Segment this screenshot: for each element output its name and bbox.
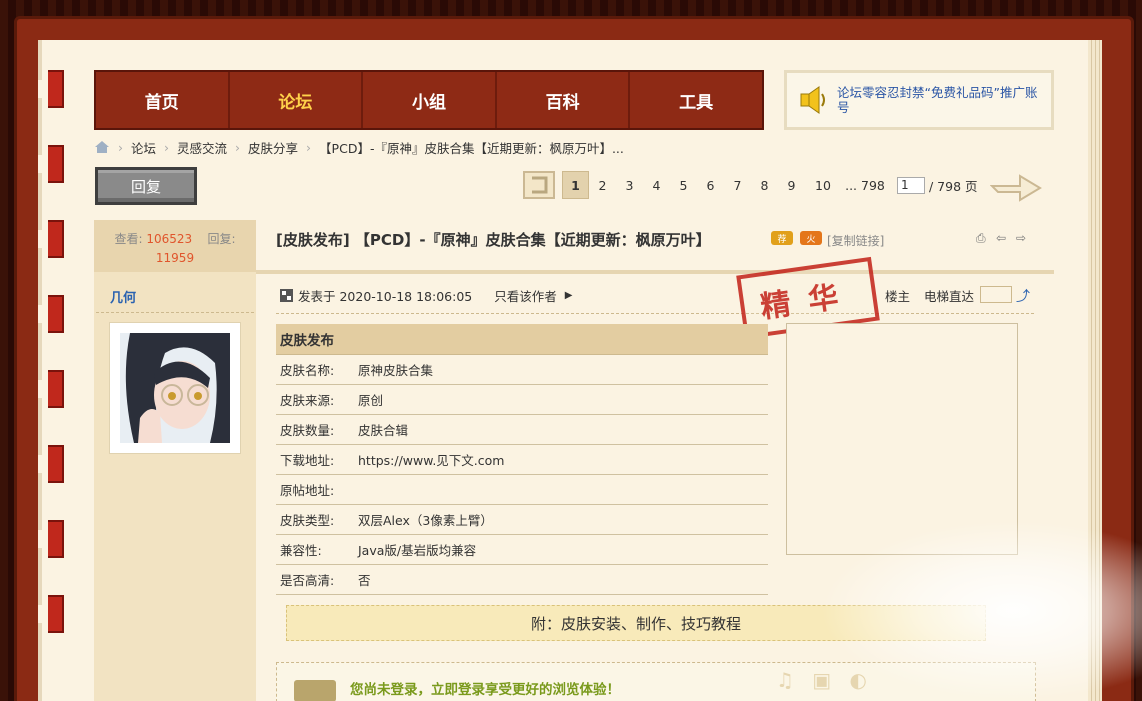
nav-wiki[interactable]: 百科 (497, 72, 631, 128)
table-row: 皮肤来源: 原创 (276, 385, 768, 415)
row-value: https://www.见下文.com (358, 453, 505, 468)
table-row: 皮肤数量: 皮肤合辑 (276, 415, 768, 445)
table-row: 原帖地址: (276, 475, 768, 505)
next-page-arrow-icon[interactable] (989, 168, 1046, 202)
row-value: Java版/基岩版均兼容 (358, 543, 477, 558)
page-7[interactable]: 7 (724, 171, 751, 199)
views-count: 106523 (146, 232, 193, 246)
divider (276, 313, 1034, 314)
replies-label: 回复: (207, 232, 236, 246)
elevator-go-icon[interactable]: ⤴ (1016, 286, 1030, 306)
row-key: 皮肤类型: (280, 513, 335, 528)
page-8[interactable]: 8 (751, 171, 778, 199)
breadcrumb-separator: › (118, 139, 123, 155)
row-value: 否 (358, 573, 371, 588)
table-row: 是否高清: 否 (276, 565, 768, 595)
thread-stats: 查看: 106523 回复: 11959 (94, 220, 256, 272)
copy-link-button[interactable]: [复制链接] (827, 232, 884, 249)
table-row: 兼容性: Java版/基岩版均兼容 (276, 535, 768, 565)
table-row: 皮肤类型: 双层Alex（3像素上臂） (276, 505, 768, 535)
avatar-image (120, 333, 230, 443)
page-9[interactable]: 9 (778, 171, 805, 199)
divider (96, 312, 254, 313)
screen-glare (820, 520, 1142, 701)
table-header: 皮肤发布 (276, 324, 768, 355)
breadcrumb-separator: › (306, 139, 312, 155)
breadcrumb-separator: › (164, 139, 170, 155)
page-4[interactable]: 4 (643, 171, 670, 199)
login-icon (294, 680, 336, 701)
reply-button[interactable]: 回复 (95, 167, 197, 205)
page-1[interactable]: 1 (562, 171, 589, 199)
ribbon-decoration (38, 595, 64, 633)
skin-info-table: 皮肤发布 皮肤名称: 原神皮肤合集 皮肤来源: 原创 皮肤数量: 皮肤合辑 下载地址:… (276, 324, 768, 595)
ribbon-decoration (38, 145, 64, 183)
row-value: 皮肤合辑 (358, 423, 409, 438)
pagination: 1 2 3 4 5 6 7 8 9 10 ... 798 1 / 798 页 (520, 168, 1046, 202)
nav-groups[interactable]: 小组 (363, 72, 497, 128)
breadcrumb-inspiration[interactable]: 灵感交流 (177, 138, 227, 157)
ribbon-decoration (38, 295, 64, 333)
thread-tools: ⎙ ⇦ ⇨ (976, 232, 1030, 245)
row-key: 原帖地址: (280, 483, 335, 498)
row-key: 是否高清: (280, 573, 335, 588)
row-value: 双层Alex（3像素上臂） (358, 513, 493, 528)
page-jump-input[interactable]: 1 (897, 176, 925, 194)
breadcrumb-skin-share[interactable]: 皮肤分享 (248, 138, 298, 157)
ribbon-decoration (38, 70, 64, 108)
row-key: 皮肤数量: (280, 423, 335, 438)
login-prompt-text[interactable]: 您尚未登录，立即登录享受更好的浏览体验！ (350, 678, 620, 698)
floor-label: 楼主 (885, 289, 911, 304)
print-icon[interactable]: ⎙ (976, 232, 990, 245)
triangle-right-icon: ▶ (564, 290, 573, 301)
nav-tools[interactable]: 工具 (630, 72, 762, 128)
row-key: 兼容性: (280, 543, 322, 558)
ribbon-decoration (38, 370, 64, 408)
recommend-badge: 荐 (771, 231, 793, 245)
breadcrumb: › 论坛 › 灵感交流 › 皮肤分享 › 【PCD】-『原神』皮肤合集【近期更新… (94, 138, 624, 156)
avatar[interactable] (109, 322, 241, 454)
page-5[interactable]: 5 (670, 171, 697, 199)
table-row: 皮肤名称: 原神皮肤合集 (276, 355, 768, 385)
next-thread-icon[interactable]: ⇨ (1016, 232, 1030, 245)
post-date: 发表于 2020-10-18 18:06:05 (298, 289, 473, 304)
breadcrumb-separator: › (235, 139, 241, 155)
row-key: 皮肤来源: (280, 393, 335, 408)
only-author-link[interactable]: 只看该作者 (494, 286, 557, 305)
notice-text: 论坛零容忍封禁“免费礼品码”推广账号 (837, 85, 1038, 115)
row-key: 下载地址: (280, 453, 335, 468)
page-2[interactable]: 2 (589, 171, 616, 199)
speaker-icon (800, 86, 825, 114)
hot-badge: 火 (800, 231, 822, 245)
post-meta: 发表于 2020-10-18 18:06:05 只看该作者 ▶ (279, 286, 572, 305)
author-name[interactable]: 几何 (110, 287, 136, 306)
page-last[interactable]: ... 798 (841, 171, 889, 199)
home-icon[interactable] (94, 140, 110, 154)
elevator-label: 电梯直达 (924, 289, 975, 304)
page-10[interactable]: 10 (805, 171, 841, 199)
ribbon-decoration (38, 445, 64, 483)
prev-thread-icon[interactable]: ⇦ (996, 232, 1010, 245)
page-6[interactable]: 6 (697, 171, 724, 199)
thread-title: [皮肤发布] 【PCD】-『原神』皮肤合集【近期更新：枫原万叶】 (276, 231, 711, 249)
views-label: 查看: (114, 232, 143, 246)
row-value: 原神皮肤合集 (358, 363, 434, 378)
nav-home[interactable]: 首页 (96, 72, 230, 128)
main-nav: 首页 论坛 小组 百科 工具 (94, 70, 764, 130)
return-arrow-icon[interactable] (520, 168, 558, 202)
page-total: / 798 页 (929, 178, 978, 194)
row-value: 原创 (358, 393, 384, 408)
breadcrumb-forum[interactable]: 论坛 (131, 138, 156, 157)
ribbon-decoration (38, 220, 64, 258)
replies-count: 11959 (155, 251, 195, 265)
elevator-input[interactable] (980, 286, 1012, 303)
table-row: 下载地址: https://www.见下文.com (276, 445, 768, 475)
page-3[interactable]: 3 (616, 171, 643, 199)
breadcrumb-thread[interactable]: 【PCD】-『原神』皮肤合集【近期更新：枫原万叶】... (319, 138, 624, 157)
notice-bar[interactable]: 论坛零容忍封禁“免费礼品码”推广账号 (784, 70, 1054, 130)
ribbon-decoration (38, 520, 64, 558)
post-icon (280, 289, 293, 302)
nav-forum[interactable]: 论坛 (230, 72, 364, 128)
row-key: 皮肤名称: (280, 363, 335, 378)
